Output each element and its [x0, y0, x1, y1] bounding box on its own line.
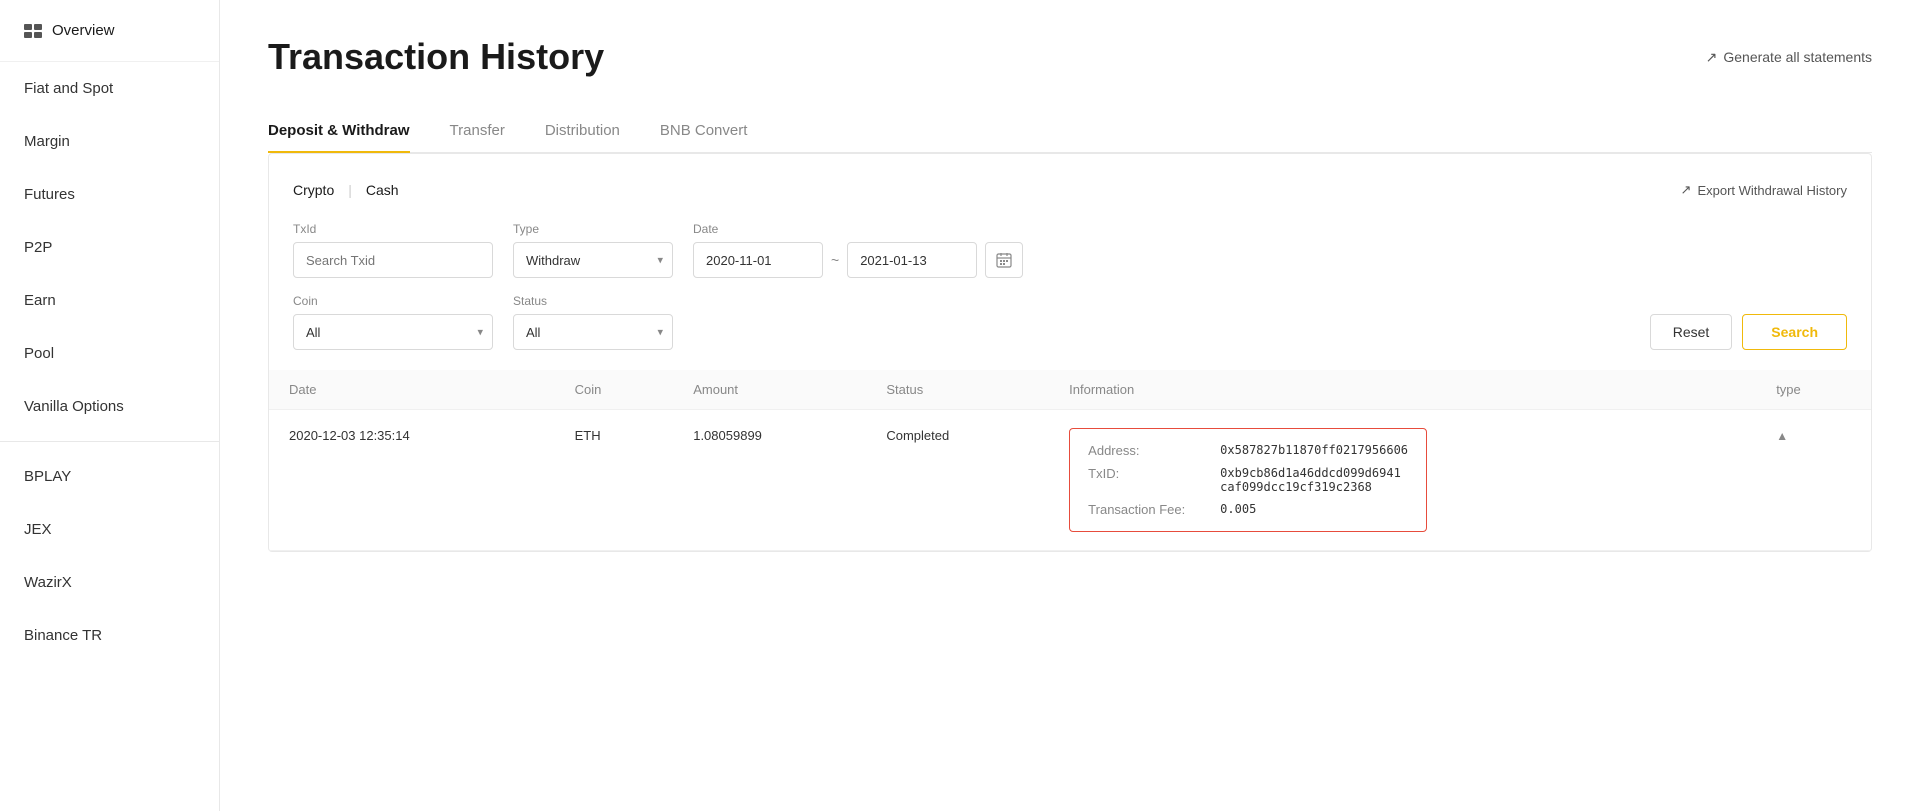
tab-deposit-withdraw[interactable]: Deposit & Withdraw: [268, 110, 410, 153]
col-date: Date: [269, 370, 555, 410]
sub-tab-divider: |: [348, 182, 352, 198]
calendar-icon: [996, 252, 1012, 268]
cell-type: ▲: [1756, 410, 1871, 551]
sidebar-item-p2p[interactable]: P2P: [0, 221, 219, 274]
row-expand-icon[interactable]: ▲: [1776, 429, 1788, 443]
status-select-wrapper: All Completed Pending: [513, 314, 673, 350]
sub-tab-crypto[interactable]: Crypto: [293, 178, 334, 202]
info-row-txid: TxID: 0xb9cb86d1a46ddcd099d6941 caf099dc…: [1088, 466, 1408, 494]
sidebar-item-binance-tr[interactable]: Binance TR: [0, 609, 219, 662]
type-select-wrapper: Withdraw Deposit: [513, 242, 673, 278]
reset-button[interactable]: Reset: [1650, 314, 1733, 350]
table-body: 2020-12-03 12:35:14 ETH 1.08059899 Compl…: [269, 410, 1871, 551]
col-coin: Coin: [555, 370, 674, 410]
sidebar-item-fiat-and-spot[interactable]: Fiat and Spot: [0, 62, 219, 115]
sidebar-item-jex[interactable]: JEX: [0, 503, 219, 556]
export-withdrawal-history-link[interactable]: ↗︎ Export Withdrawal History: [1681, 182, 1847, 198]
txid-row-value: 0xb9cb86d1a46ddcd099d6941 caf099dcc19cf3…: [1220, 466, 1401, 494]
sidebar-item-vanilla-options[interactable]: Vanilla Options: [0, 380, 219, 433]
coin-filter-group: Coin All: [293, 294, 493, 350]
txid-row-label: TxID:: [1088, 466, 1208, 494]
transactions-table: Date Coin Amount Status Information type…: [269, 370, 1871, 551]
sidebar: Overview Fiat and Spot Margin Futures P2…: [0, 0, 220, 811]
type-filter-group: Type Withdraw Deposit: [513, 222, 673, 278]
filter-buttons: Reset Search: [1650, 314, 1847, 350]
overview-icon: [24, 24, 42, 38]
cell-date: 2020-12-03 12:35:14: [269, 410, 555, 551]
status-filter-group: Status All Completed Pending: [513, 294, 673, 350]
date-from-input[interactable]: [693, 242, 823, 278]
date-filter-group: Date ~: [693, 222, 1023, 278]
table-header: Date Coin Amount Status Information type: [269, 370, 1871, 410]
col-information: Information: [1049, 370, 1756, 410]
page-title: Transaction History: [268, 36, 604, 78]
table-row: 2020-12-03 12:35:14 ETH 1.08059899 Compl…: [269, 410, 1871, 551]
generate-statements-link[interactable]: ↗︎ Generate all statements: [1706, 49, 1872, 66]
table-container: Date Coin Amount Status Information type…: [269, 370, 1871, 551]
export-icon: ↗︎: [1681, 182, 1692, 198]
tab-distribution[interactable]: Distribution: [545, 110, 620, 153]
status-label: Status: [513, 294, 673, 308]
sidebar-divider: [0, 441, 219, 442]
col-type: type: [1756, 370, 1871, 410]
date-label: Date: [693, 222, 1023, 236]
type-select[interactable]: Withdraw Deposit: [513, 242, 673, 278]
sidebar-item-margin[interactable]: Margin: [0, 115, 219, 168]
generate-statements-icon: ↗︎: [1706, 49, 1718, 66]
coin-label: Coin: [293, 294, 493, 308]
sidebar-item-pool[interactable]: Pool: [0, 327, 219, 380]
status-select[interactable]: All Completed Pending: [513, 314, 673, 350]
cell-amount: 1.08059899: [673, 410, 866, 551]
date-range: ~: [693, 242, 1023, 278]
sub-tab-cash[interactable]: Cash: [366, 178, 399, 202]
coin-select[interactable]: All: [293, 314, 493, 350]
sidebar-item-futures[interactable]: Futures: [0, 168, 219, 221]
main-tabs: Deposit & Withdraw Transfer Distribution…: [268, 110, 1872, 153]
address-label: Address:: [1088, 443, 1208, 458]
date-tilde: ~: [831, 252, 839, 268]
info-row-address: Address: 0x587827b11870ff0217956606: [1088, 443, 1408, 458]
txid-input[interactable]: [293, 242, 493, 278]
coin-select-wrapper: All: [293, 314, 493, 350]
tab-bnb-convert[interactable]: BNB Convert: [660, 110, 748, 153]
sidebar-item-earn[interactable]: Earn: [0, 274, 219, 327]
tab-transfer[interactable]: Transfer: [450, 110, 505, 153]
address-value: 0x587827b11870ff0217956606: [1220, 443, 1408, 458]
info-row-fee: Transaction Fee: 0.005: [1088, 502, 1408, 517]
main-content: Transaction History ↗︎ Generate all stat…: [220, 0, 1920, 811]
date-picker-button[interactable]: [985, 242, 1023, 278]
col-status: Status: [866, 370, 1049, 410]
page-header: Transaction History ↗︎ Generate all stat…: [268, 36, 1872, 78]
col-amount: Amount: [673, 370, 866, 410]
info-box: Address: 0x587827b11870ff0217956606 TxID…: [1069, 428, 1427, 532]
cell-status: Completed: [866, 410, 1049, 551]
sidebar-item-overview[interactable]: Overview: [0, 0, 219, 62]
sidebar-item-wazirx[interactable]: WazirX: [0, 556, 219, 609]
cell-coin: ETH: [555, 410, 674, 551]
search-button[interactable]: Search: [1742, 314, 1847, 350]
fee-value: 0.005: [1220, 502, 1256, 517]
cell-information: Address: 0x587827b11870ff0217956606 TxID…: [1049, 410, 1756, 551]
type-label: Type: [513, 222, 673, 236]
content-panel: Crypto | Cash ↗︎ Export Withdrawal Histo…: [268, 153, 1872, 552]
txid-label: TxId: [293, 222, 493, 236]
txid-filter-group: TxId: [293, 222, 493, 278]
sidebar-overview-label: Overview: [52, 22, 115, 39]
date-to-input[interactable]: [847, 242, 977, 278]
sub-tabs-row: Crypto | Cash ↗︎ Export Withdrawal Histo…: [293, 178, 1847, 202]
sidebar-item-bplay[interactable]: BPLAY: [0, 450, 219, 503]
fee-label: Transaction Fee:: [1088, 502, 1208, 517]
sub-tabs-left: Crypto | Cash: [293, 178, 399, 202]
